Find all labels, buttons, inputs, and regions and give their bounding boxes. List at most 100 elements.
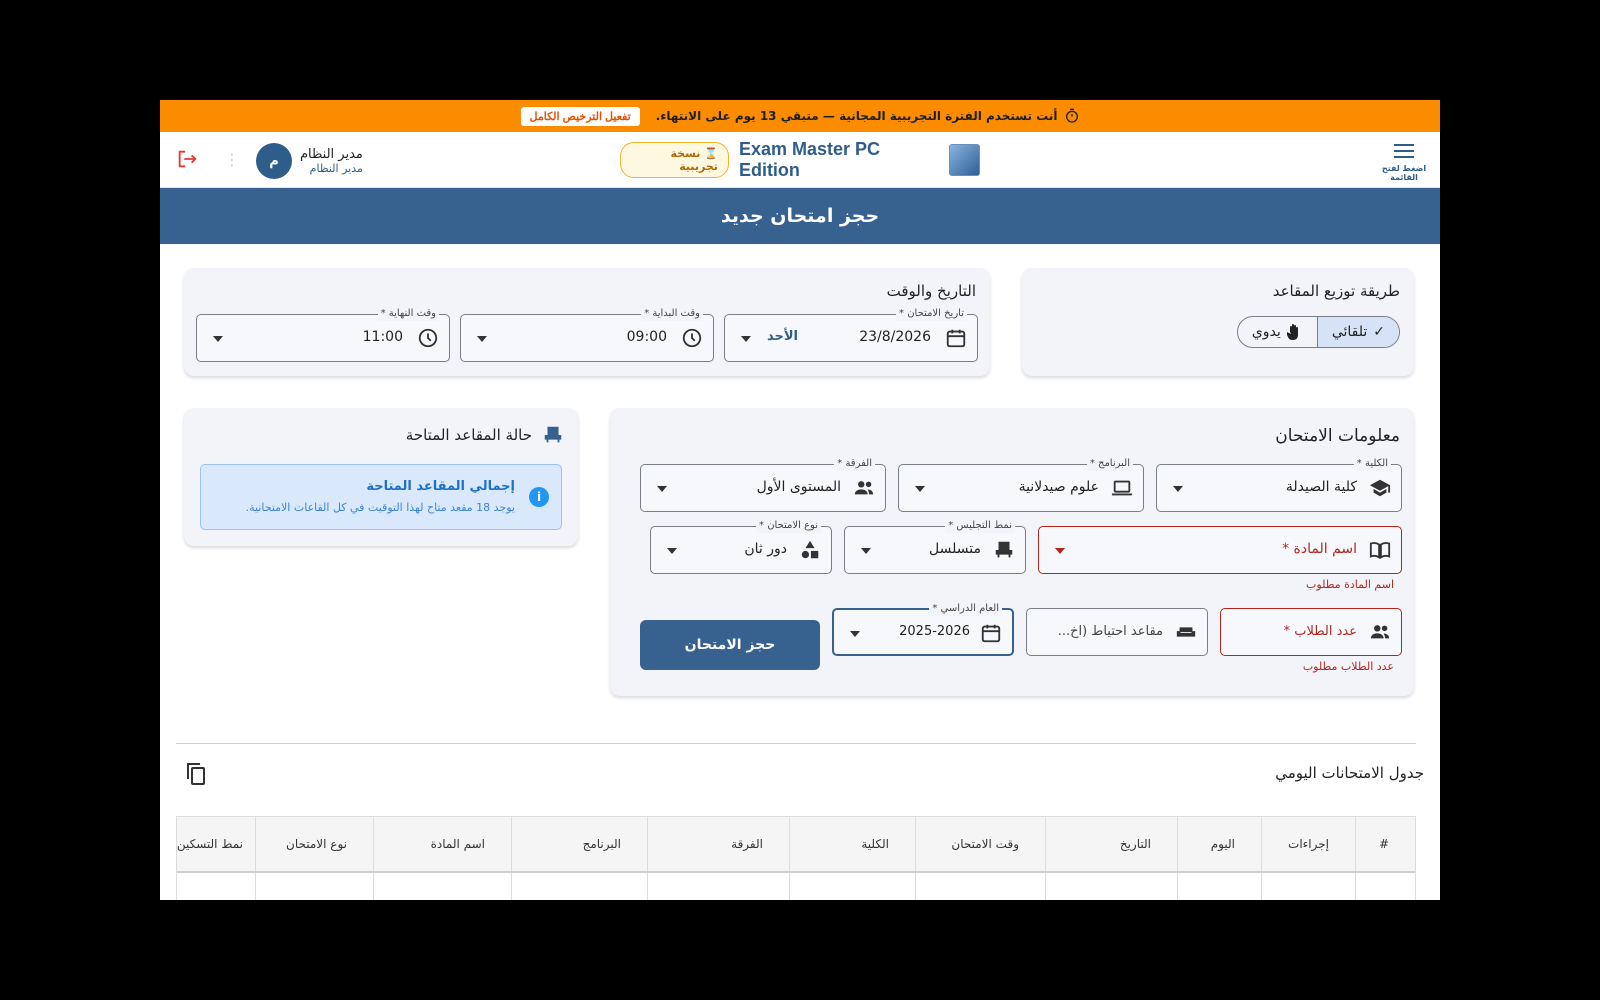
chevron-down-icon	[477, 336, 487, 342]
copy-button[interactable]	[184, 762, 208, 790]
people-icon	[854, 481, 874, 495]
schedule-title: جدول الامتحانات اليومي	[1275, 764, 1424, 782]
chevron-down-icon	[1173, 486, 1183, 492]
seating-method-card: طريقة توزيع المقاعد ✓ تلقائي يدوي	[1022, 268, 1414, 376]
app-logo	[949, 144, 980, 176]
app-title: Exam Master PC Edition	[738, 139, 881, 180]
shapes-icon	[801, 540, 819, 559]
subject-name-error: اسم المادة مطلوب	[1306, 578, 1394, 591]
datetime-title: التاريخ والوقت	[886, 282, 976, 300]
user-profile[interactable]: م مدير النظام مدير النظام	[256, 142, 466, 180]
manual-option[interactable]: يدوي	[1238, 317, 1318, 347]
app-window: أنت تستخدم الفترة التجريبية المجانية — م…	[160, 100, 1440, 900]
reserve-seats-input[interactable]: مقاعد احتياط (اخ...	[1026, 608, 1208, 656]
trial-message-text: أنت تستخدم الفترة التجريبية المجانية — م…	[655, 109, 1058, 123]
datetime-card: التاريخ والوقت تاريخ الامتحان * 23/8/202…	[184, 268, 990, 376]
column-header[interactable]: الكلية	[789, 817, 915, 871]
book-exam-button[interactable]: حجز الامتحان	[640, 620, 820, 670]
student-count-error: عدد الطلاب مطلوب	[1302, 660, 1394, 673]
end-time-field[interactable]: وقت النهاية * 11:00	[196, 307, 450, 362]
exam-info-card: معلومات الامتحان الكلية * كلية الصيدلة ا…	[610, 408, 1414, 696]
menu-button[interactable]: اضغط لفتح القائمة	[1380, 142, 1428, 182]
more-options-icon[interactable]: ⋮	[224, 150, 240, 169]
end-time-label: وقت النهاية *	[377, 307, 439, 321]
subject-name-placeholder: اسم المادة *	[1282, 541, 1357, 557]
exam-type-select[interactable]: نوع الامتحان * دور ثان	[650, 519, 832, 574]
logout-icon	[178, 150, 197, 168]
calendar-icon	[946, 329, 966, 348]
exam-date-value: 23/8/2026	[859, 329, 931, 345]
start-time-value: 09:00	[626, 329, 667, 345]
seating-pattern-value: متسلسل	[929, 541, 981, 557]
level-label: الفرقة *	[834, 457, 875, 471]
column-header[interactable]: إجراءات	[1261, 817, 1355, 871]
brand: ⌛ نسخة تجريبية Exam Master PC Edition	[620, 139, 980, 180]
program-select[interactable]: البرنامج * علوم صيدلانية	[898, 457, 1144, 512]
avatar: م	[256, 143, 292, 179]
chevron-down-icon	[213, 336, 223, 342]
menu-label: اضغط لفتح القائمة	[1381, 164, 1427, 182]
column-header[interactable]: اسم المادة	[373, 817, 511, 871]
trial-badge: ⌛ نسخة تجريبية	[620, 142, 729, 178]
column-header[interactable]: البرنامج	[511, 817, 647, 871]
availability-total-title: إجمالي المقاعد المتاحة	[366, 479, 515, 494]
section-divider	[176, 743, 1416, 744]
level-select[interactable]: الفرقة * المستوى الأول	[640, 457, 886, 512]
subject-name-select[interactable]: اسم المادة *	[1038, 526, 1402, 574]
student-count-input[interactable]: عدد الطلاب *	[1220, 608, 1402, 656]
seating-pattern-label: نمط التجليس *	[945, 519, 1015, 533]
academic-year-label: العام الدراسي *	[929, 602, 1002, 616]
academic-year-select[interactable]: العام الدراسي * 2025-2026	[832, 602, 1014, 656]
column-header[interactable]: وقت الامتحان	[915, 817, 1045, 871]
availability-total-text: يوجد 18 مقعد متاح لهذا التوقيت في كل الق…	[245, 501, 515, 514]
laptop-icon	[1111, 480, 1133, 496]
exam-date-field[interactable]: تاريخ الامتحان * 23/8/2026 الأحد	[724, 307, 978, 362]
page-title: حجز امتحان جديد	[160, 188, 1440, 244]
check-icon: ✓	[1373, 324, 1385, 340]
chevron-down-icon	[915, 486, 925, 492]
auto-option-label: تلقائي	[1331, 324, 1368, 340]
exam-info-title: معلومات الامتحان	[1275, 426, 1400, 446]
availability-info-box: i إجمالي المقاعد المتاحة يوجد 18 مقعد مت…	[200, 464, 562, 530]
auto-option[interactable]: ✓ تلقائي	[1317, 317, 1399, 347]
column-header[interactable]: التاريخ	[1045, 817, 1177, 871]
column-header[interactable]: نمط التسكين	[177, 817, 255, 871]
table-row	[177, 873, 1415, 900]
logout-button[interactable]	[176, 148, 198, 174]
calendar-icon	[981, 624, 1001, 643]
user-role: مدير النظام	[309, 162, 363, 175]
seating-pattern-select[interactable]: نمط التجليس * متسلسل	[844, 519, 1026, 574]
column-header[interactable]: اليوم	[1177, 817, 1261, 871]
activate-license-button[interactable]: تفعيل الترخيص الكامل	[520, 106, 640, 126]
start-time-field[interactable]: وقت البداية * 09:00	[460, 307, 714, 362]
chevron-down-icon	[741, 336, 751, 342]
book-icon	[1369, 542, 1391, 560]
manual-option-label: يدوي	[1251, 324, 1281, 340]
column-header[interactable]: الفرقة	[647, 817, 789, 871]
hand-icon	[1286, 324, 1298, 340]
timer-icon	[1065, 108, 1078, 123]
program-value: علوم صيدلانية	[1018, 479, 1099, 495]
menu-icon	[1394, 144, 1414, 158]
sofa-icon	[1176, 627, 1196, 637]
college-select[interactable]: الكلية * كلية الصيدلة	[1156, 457, 1402, 512]
availability-title-text: حالة المقاعد المتاحة	[405, 426, 532, 444]
table-header: # إجراءات اليوم التاريخ وقت الامتحان الك…	[177, 817, 1415, 873]
people-icon	[1370, 625, 1390, 639]
seat-icon	[995, 541, 1013, 558]
column-header[interactable]: نوع الامتحان	[255, 817, 373, 871]
seating-method-toggle: ✓ تلقائي يدوي	[1236, 316, 1400, 348]
column-header[interactable]: #	[1355, 817, 1415, 871]
copy-icon	[187, 763, 205, 785]
exam-day-value: الأحد	[767, 329, 799, 344]
availability-title: حالة المقاعد المتاحة	[406, 424, 564, 446]
clock-icon	[418, 328, 438, 348]
chevron-down-icon	[861, 548, 871, 554]
trial-banner: أنت تستخدم الفترة التجريبية المجانية — م…	[160, 100, 1440, 132]
exam-date-label: تاريخ الامتحان *	[896, 307, 967, 321]
student-count-placeholder: عدد الطلاب *	[1283, 624, 1357, 639]
trial-message: أنت تستخدم الفترة التجريبية المجانية — م…	[656, 108, 1080, 124]
app-bar: اضغط لفتح القائمة ⌛ نسخة تجريبية Exam Ma…	[160, 132, 1440, 188]
info-icon: i	[529, 487, 549, 507]
chevron-down-icon	[657, 486, 667, 492]
